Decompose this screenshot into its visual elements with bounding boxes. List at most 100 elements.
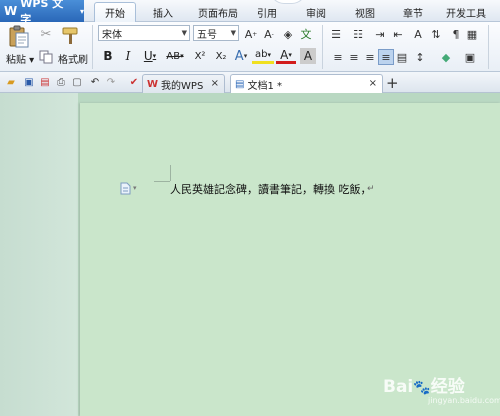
strikethrough-label: AB	[166, 50, 181, 62]
format-painter-label[interactable]: 格式刷	[58, 51, 88, 66]
ribbon-toolbar: 粘贴 ▾ ✂ 格式刷 宋体 ▼ 五号 ▼ A + A- ◈ 文 B I U ▾ AB…	[0, 22, 500, 72]
print-icon[interactable]: ⎙	[54, 75, 68, 89]
preview-icon[interactable]: ▢	[70, 75, 84, 89]
tab-review[interactable]: 审阅	[300, 2, 332, 22]
tab-document1[interactable]: ▤ 文档1 * ×	[230, 74, 383, 93]
subscript-label: X₂	[215, 50, 227, 62]
font-name-select[interactable]: 宋体 ▼	[98, 25, 190, 41]
tab-document1-label: 文档1 *	[247, 80, 282, 92]
font-name-value: 宋体	[102, 29, 122, 41]
text-effects-button[interactable]: A ▾	[232, 47, 250, 65]
separator	[488, 25, 489, 69]
watermark-text: Bai	[383, 377, 414, 397]
justify-icon[interactable]: ≡	[378, 49, 394, 65]
outdent-icon[interactable]: ⇤	[390, 26, 406, 42]
borders-icon[interactable]: ▣	[462, 49, 478, 65]
subscript-button[interactable]: X₂	[211, 47, 231, 65]
strikethrough-button[interactable]: AB ▾	[162, 47, 188, 65]
quick-access-bar: ▰ ▣ ▤ ⎙ ▢ ↶ ↷ ✔ W 我的WPS × ▤ 文档1 * × +	[0, 72, 500, 93]
grow-font-icon[interactable]: A +	[243, 26, 259, 42]
tab-developer[interactable]: 开发工具	[440, 2, 492, 22]
pin-icon[interactable]: ✔	[127, 75, 141, 89]
open-icon[interactable]: ▰	[4, 75, 18, 89]
new-tab-icon[interactable]: +	[386, 74, 399, 92]
indent-icon[interactable]: ⇥	[372, 26, 388, 42]
align-right-icon[interactable]: ≡	[362, 49, 378, 65]
baidu-watermark: Bai🐾经验	[383, 372, 465, 397]
tab-insert[interactable]: 插入	[146, 2, 180, 22]
margin-corner-mark	[154, 181, 170, 182]
show-hide-icon[interactable]: ¶	[448, 26, 464, 42]
tab-home[interactable]: 开始	[94, 2, 136, 22]
separator	[322, 25, 323, 69]
menu-bar: W WPS 文字 ▾ 开始 插入 页面布局 引用 审阅 视图 章节 开发工具	[0, 0, 500, 26]
paragraph-handle-icon[interactable]	[120, 182, 131, 195]
undo-icon[interactable]: ↶	[88, 75, 102, 89]
tab-page-layout[interactable]: 页面布局	[190, 2, 246, 22]
chevron-down-icon: ▾	[79, 6, 84, 16]
margin-corner-mark	[170, 165, 171, 181]
close-icon[interactable]: ×	[369, 78, 377, 89]
align-left-icon[interactable]: ≡	[330, 49, 346, 65]
numbering-icon[interactable]: ☷	[350, 26, 366, 42]
document-icon: ▤	[235, 78, 245, 90]
redo-icon[interactable]: ↷	[104, 75, 118, 89]
underline-label: U	[143, 49, 153, 63]
copy-icon[interactable]	[38, 49, 54, 65]
line-spacing-icon[interactable]: ↕	[412, 49, 428, 65]
wps-logo-icon: W	[4, 4, 18, 18]
superscript-label: X²	[194, 50, 206, 62]
highlight-button[interactable]: ab ▾	[252, 48, 274, 64]
distributed-icon[interactable]: ▤	[394, 49, 410, 65]
font-size-value: 五号	[197, 29, 217, 41]
table-icon[interactable]: ▦	[464, 26, 480, 42]
highlight-label: ab	[255, 49, 268, 60]
close-icon[interactable]: ×	[211, 78, 219, 89]
paste-label: 粘贴	[6, 55, 26, 66]
italic-label: I	[125, 49, 131, 63]
font-color-label: A	[280, 47, 289, 62]
work-area	[0, 93, 500, 416]
watermark-text2: 经验	[430, 377, 465, 397]
bold-button[interactable]: B	[100, 47, 116, 65]
align-center-icon[interactable]: ≡	[346, 49, 362, 65]
clear-format-icon[interactable]: ◈	[280, 26, 296, 42]
document-page[interactable]	[80, 103, 500, 416]
paragraph-mark: ↵	[367, 184, 375, 194]
paste-button[interactable]: 粘贴 ▾	[6, 51, 34, 66]
chinese-layout-icon[interactable]: A	[410, 26, 426, 42]
tab-view[interactable]: 视图	[350, 2, 380, 22]
font-color-button[interactable]: A ▾	[276, 48, 296, 64]
chevron-down-icon: ▼	[181, 29, 187, 37]
paw-icon: 🐾	[413, 380, 431, 396]
tab-references[interactable]: 引用	[252, 2, 282, 22]
save-icon[interactable]: ▣	[22, 75, 36, 89]
wps-logo-icon: W	[147, 78, 159, 90]
text-effects-label: A	[234, 48, 244, 64]
document-text[interactable]: 人民英雄記念碑，讀書筆記，轉換 吃飯，	[170, 181, 372, 197]
phonetic-guide-icon[interactable]: 文	[298, 26, 314, 42]
underline-button[interactable]: U ▾	[140, 47, 160, 65]
chevron-down-icon: ▼	[230, 29, 236, 37]
shrink-font-icon[interactable]: A-	[261, 26, 277, 42]
fill-color-icon[interactable]: ◆	[438, 49, 454, 65]
tab-section[interactable]: 章节	[398, 2, 428, 22]
superscript-button[interactable]: X²	[190, 47, 210, 65]
pdf-icon[interactable]: ▤	[38, 75, 52, 89]
format-painter-icon[interactable]	[60, 26, 82, 46]
bold-label: B	[103, 49, 113, 63]
left-margin-pane	[0, 93, 78, 416]
font-size-select[interactable]: 五号 ▼	[193, 25, 239, 41]
chevron-down-icon[interactable]: ▾	[133, 184, 137, 192]
cut-icon[interactable]: ✂	[38, 26, 54, 42]
sort-icon[interactable]: ⇅	[428, 26, 444, 42]
watermark-url: jingyan.baidu.com	[428, 396, 500, 405]
tab-my-wps[interactable]: W 我的WPS ×	[142, 74, 225, 93]
char-shading-button[interactable]: A	[300, 48, 316, 64]
bullets-icon[interactable]: ☰	[328, 26, 344, 42]
separator	[92, 25, 93, 69]
italic-button[interactable]: I	[120, 47, 136, 65]
paste-icon[interactable]	[8, 24, 30, 48]
app-menu-button[interactable]: W WPS 文字 ▾	[0, 0, 84, 26]
phonetic-label: 文	[300, 28, 312, 41]
